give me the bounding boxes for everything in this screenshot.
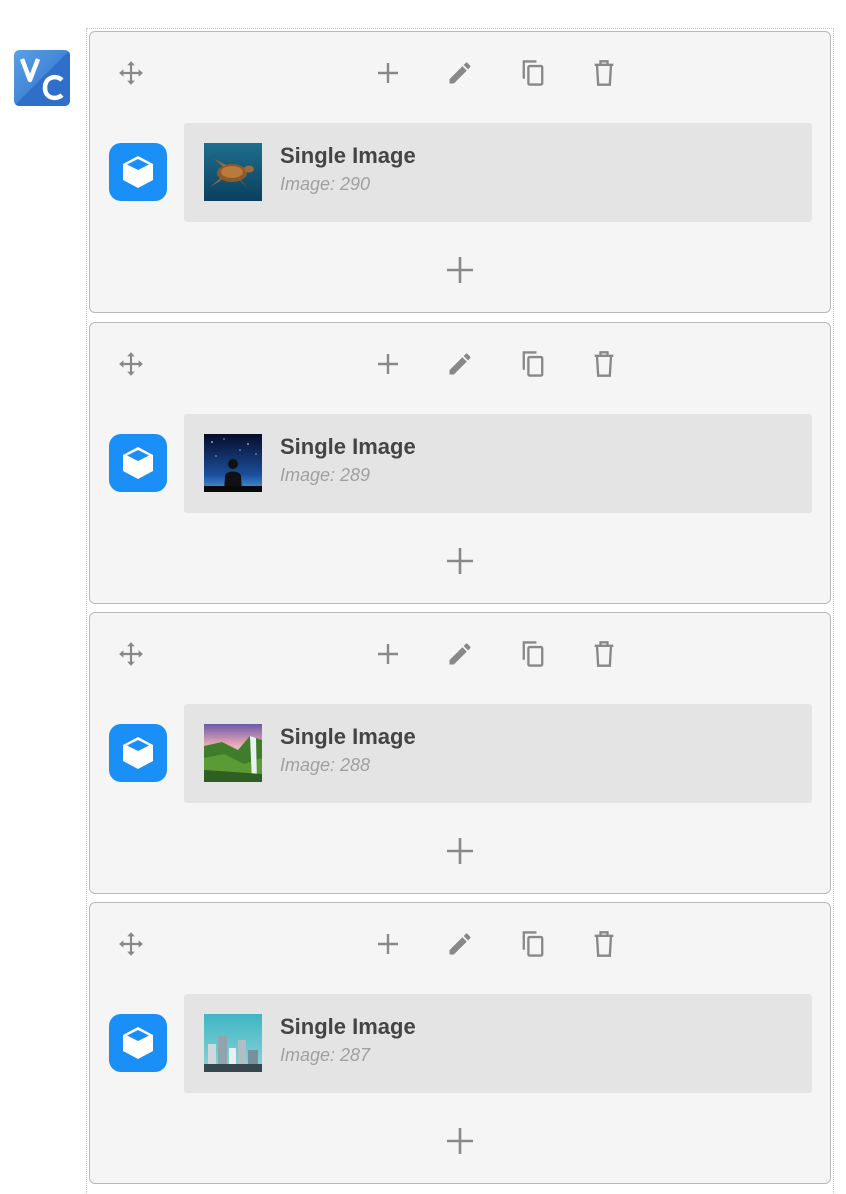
move-arrows-icon[interactable] — [116, 639, 146, 669]
column-cube-icon[interactable] — [109, 434, 167, 492]
single-image-element[interactable]: Single Image Image: 289 — [184, 414, 812, 513]
add-element-plus-icon[interactable] — [444, 545, 476, 577]
element-subtitle: Image: 288 — [280, 755, 371, 775]
add-element-plus-icon[interactable] — [444, 1125, 476, 1157]
copy-icon[interactable] — [518, 929, 548, 959]
row-container: Single Image Image: 287 — [89, 902, 831, 1184]
single-image-element[interactable]: Single Image Image: 287 — [184, 994, 812, 1093]
trash-icon[interactable] — [589, 58, 619, 88]
add-element-plus-icon[interactable] — [373, 929, 403, 959]
move-arrows-icon[interactable] — [116, 349, 146, 379]
copy-icon[interactable] — [518, 58, 548, 88]
row-container: Single Image Image: 289 — [89, 322, 831, 604]
row-container: Single Image Image: 288 — [89, 612, 831, 894]
page-builder: Single Image Image: 290 Single Image Ima… — [0, 0, 846, 1194]
element-title: Single Image — [280, 434, 416, 459]
element-title: Single Image — [280, 724, 416, 749]
trash-icon[interactable] — [589, 639, 619, 669]
image-thumbnail-waterfall — [204, 724, 262, 782]
image-thumbnail-sea-turtle — [204, 143, 262, 201]
add-element-plus-icon[interactable] — [373, 639, 403, 669]
add-element-plus-icon[interactable] — [444, 835, 476, 867]
vc-logo-icon[interactable] — [14, 50, 70, 106]
column-cube-icon[interactable] — [109, 143, 167, 201]
copy-icon[interactable] — [518, 639, 548, 669]
element-subtitle: Image: 287 — [280, 1045, 371, 1065]
pencil-icon[interactable] — [445, 349, 475, 379]
move-arrows-icon[interactable] — [116, 929, 146, 959]
column-cube-icon[interactable] — [109, 724, 167, 782]
single-image-element[interactable]: Single Image Image: 290 — [184, 123, 812, 222]
element-subtitle: Image: 289 — [280, 465, 371, 485]
move-arrows-icon[interactable] — [116, 58, 146, 88]
pencil-icon[interactable] — [445, 929, 475, 959]
trash-icon[interactable] — [589, 929, 619, 959]
image-thumbnail-night-sky — [204, 434, 262, 492]
trash-icon[interactable] — [589, 349, 619, 379]
image-thumbnail-city — [204, 1014, 262, 1072]
add-element-plus-icon[interactable] — [444, 254, 476, 286]
pencil-icon[interactable] — [445, 639, 475, 669]
column-cube-icon[interactable] — [109, 1014, 167, 1072]
row-container: Single Image Image: 290 — [89, 31, 831, 313]
pencil-icon[interactable] — [445, 58, 475, 88]
element-title: Single Image — [280, 1014, 416, 1039]
single-image-element[interactable]: Single Image Image: 288 — [184, 704, 812, 803]
element-title: Single Image — [280, 143, 416, 168]
add-element-plus-icon[interactable] — [373, 349, 403, 379]
add-element-plus-icon[interactable] — [373, 58, 403, 88]
copy-icon[interactable] — [518, 349, 548, 379]
element-subtitle: Image: 290 — [280, 174, 371, 194]
